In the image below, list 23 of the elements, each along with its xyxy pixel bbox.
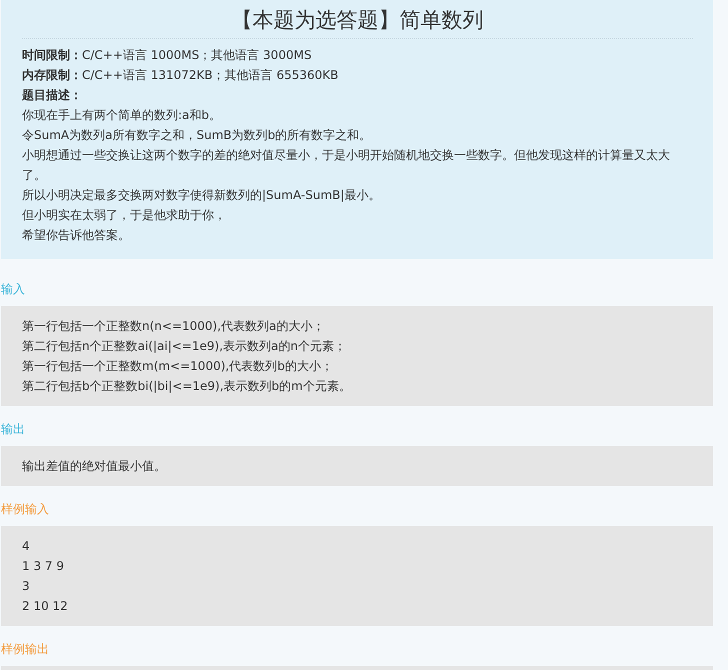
section-heading: 输入	[1, 281, 26, 297]
section-heading: 样例输入	[1, 501, 50, 517]
section-text: 第一行包括一个正整数m(m<=1000),代表数列b的大小；	[22, 358, 334, 375]
section-text: 第二行包括n个正整数ai(|ai|<=1e9),表示数列a的n个元素；	[22, 338, 347, 355]
description-text: 所以小明决定最多交换两对数字使得新数列的|SumA-SumB|最小。	[22, 187, 382, 204]
section-heading: 输出	[1, 421, 26, 437]
section-text: 2 10 12	[22, 598, 69, 615]
limit-text: 内存限制：C/C++语言 131072KB；其他语言 655360KB	[22, 67, 340, 84]
section-heading: 样例输出	[1, 641, 50, 657]
description-text: 但小明实在太弱了，于是他求助于你，	[22, 207, 227, 224]
description-text: 希望你告诉他答案。	[22, 227, 131, 244]
limit-text: 时间限制：C/C++语言 1000MS；其他语言 3000MS	[22, 47, 313, 64]
description-text: 小明想通过一些交换让这两个数字的差的绝对值尽量小，于是小明开始随机地交换一些数字。但他发现这样的计算量又太大了。	[22, 147, 671, 184]
description-text: 令SumA为数列a所有数字之和，SumB为数列b的所有数字之和。	[22, 127, 372, 144]
description-text: 你现在手上有两个简单的数列:a和b。	[22, 107, 222, 124]
problem-title: 【本题为选答题】简单数列	[22, 6, 693, 39]
section-text: 输出差值的绝对值最小值。	[22, 458, 167, 475]
description-label: 题目描述：	[22, 87, 83, 104]
section-text: 3	[22, 578, 31, 595]
section-text: 第一行包括一个正整数n(n<=1000),代表数列a的大小；	[22, 318, 326, 335]
section-text: 1 3 7 9	[22, 558, 65, 575]
section-text: 4	[22, 538, 31, 555]
section-text: 第二行包括b个正整数bi(|bi|<=1e9),表示数列b的m个元素。	[22, 378, 352, 395]
